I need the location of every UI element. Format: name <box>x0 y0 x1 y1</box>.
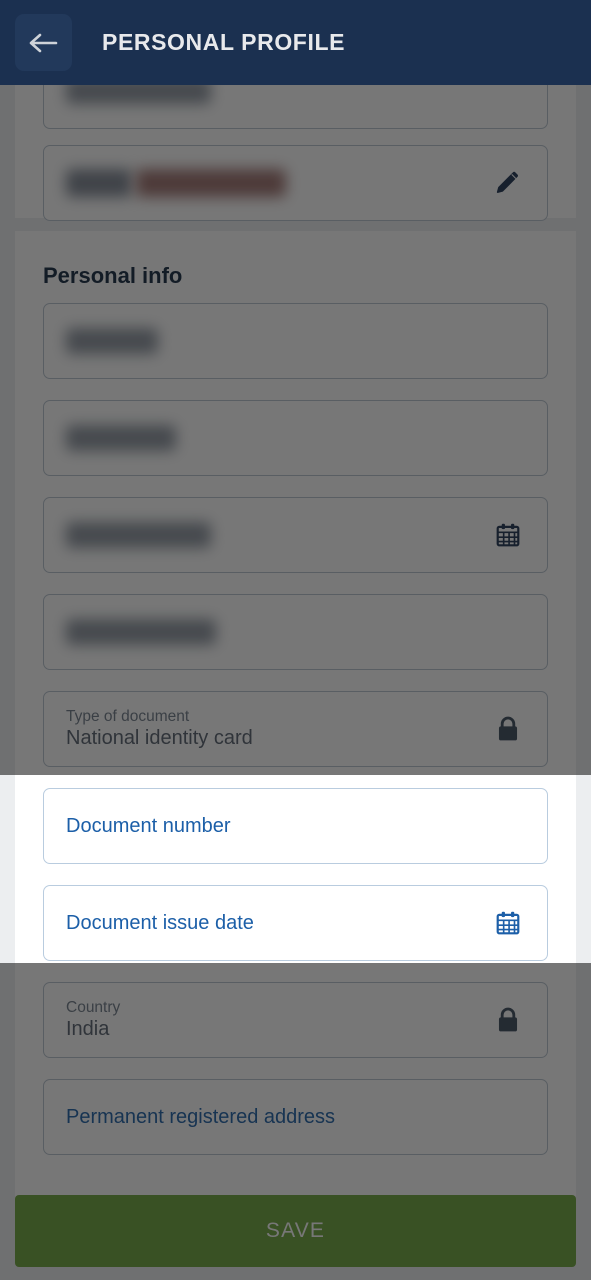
save-button[interactable]: SAVE <box>15 1195 576 1267</box>
email-field[interactable] <box>43 145 548 221</box>
header-title: PERSONAL PROFILE <box>102 29 346 55</box>
first-name-field[interactable] <box>43 303 548 379</box>
scroll-body[interactable]: Personal info Type of document National … <box>0 25 591 1280</box>
document-number-field[interactable]: Document number <box>43 788 548 864</box>
document-number-placeholder: Document number <box>66 814 231 837</box>
document-issue-date-placeholder: Document issue date <box>66 911 254 934</box>
permanent-registered-address-field[interactable]: Permanent registered address <box>43 1079 548 1155</box>
redacted-value <box>66 619 525 645</box>
redacted-value <box>66 425 525 451</box>
redacted-value <box>66 522 481 548</box>
redacted-value <box>66 328 525 354</box>
country-field: Country India <box>43 982 548 1058</box>
document-issue-date-field[interactable]: Document issue date <box>43 885 548 961</box>
last-name-field[interactable] <box>43 400 548 476</box>
calendar-icon[interactable] <box>491 906 525 940</box>
app-screen: Personal info Type of document National … <box>0 0 591 1280</box>
redacted-bar <box>66 328 158 354</box>
redacted-value <box>66 169 481 197</box>
place-of-birth-field[interactable] <box>43 594 548 670</box>
type-of-document-field: Type of document National identity card <box>43 691 548 767</box>
country-label: Country <box>66 999 121 1016</box>
app-header: PERSONAL PROFILE <box>0 0 591 85</box>
permanent-registered-address-placeholder: Permanent registered address <box>66 1105 336 1128</box>
personal-info-card: Personal info Type of document National … <box>15 231 576 1239</box>
lock-icon <box>491 1003 525 1037</box>
app-content: Personal info Type of document National … <box>0 0 591 1280</box>
arrow-left-icon <box>29 32 59 54</box>
back-button[interactable] <box>15 14 72 71</box>
spotlight-left-rail <box>0 775 15 963</box>
date-of-birth-field[interactable] <box>43 497 548 573</box>
spotlight-right-rail <box>576 775 591 963</box>
type-of-document-value: National identity card <box>66 727 253 749</box>
redacted-bar <box>66 425 176 451</box>
country-value: India <box>66 1018 110 1040</box>
redacted-bar <box>66 619 216 645</box>
page-title: Personal info <box>43 263 183 288</box>
type-of-document-label: Type of document <box>66 708 190 725</box>
pencil-icon[interactable] <box>491 166 525 200</box>
redacted-bar <box>66 169 481 197</box>
redacted-bar <box>66 522 211 548</box>
calendar-icon[interactable] <box>491 518 525 552</box>
lock-icon <box>491 712 525 746</box>
